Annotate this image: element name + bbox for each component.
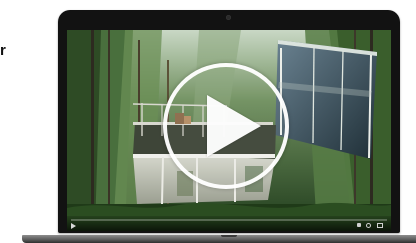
volume-icon[interactable] [357, 223, 361, 227]
play-icon [207, 95, 261, 157]
laptop-opening-notch [221, 235, 237, 237]
big-play-button[interactable] [157, 63, 303, 195]
video-player[interactable] [67, 30, 391, 231]
page: r [0, 0, 416, 243]
camera-icon [226, 15, 231, 20]
video-control-bar [67, 216, 391, 231]
laptop-base [22, 235, 416, 243]
video-progress-bar[interactable] [71, 219, 387, 221]
fullscreen-icon[interactable] [377, 223, 383, 228]
cropped-heading-text: r [0, 42, 7, 59]
laptop-mockup [22, 10, 416, 243]
gear-icon[interactable] [366, 223, 371, 228]
laptop-lid [58, 10, 400, 233]
play-icon[interactable] [71, 223, 76, 229]
